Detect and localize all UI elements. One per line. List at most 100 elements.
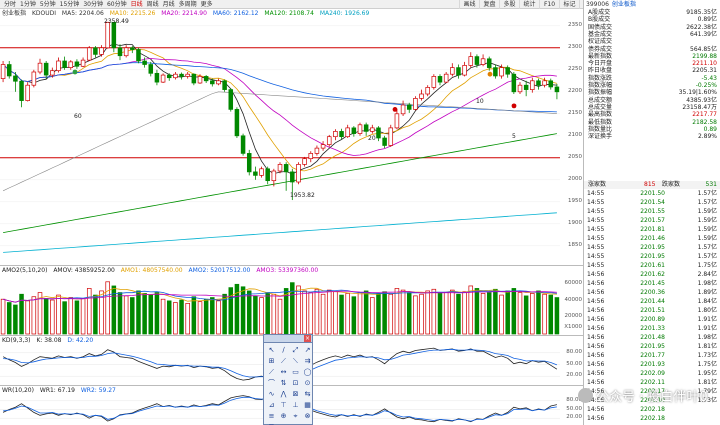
tick-price: 2202.18 — [640, 406, 665, 413]
period-tab[interactable]: 月线 — [161, 0, 177, 9]
drawing-tool-icon[interactable]: ↗ — [302, 345, 313, 355]
wr-legend: WR(10,20) WR1: 67.19 WR2: 59.27 — [2, 386, 120, 395]
drawing-tool-icon[interactable]: ∕ — [278, 345, 289, 355]
volume-bar — [197, 301, 203, 335]
drawing-tool-icon[interactable]: ⇉ — [302, 356, 313, 366]
drawing-tool-icon[interactable]: ⊠ — [290, 389, 301, 399]
tool-button[interactable]: 统计 — [519, 0, 539, 9]
candle — [240, 135, 246, 154]
tick-amount: 1.91亿 — [697, 325, 717, 332]
drawing-tool-icon[interactable]: ⤢ — [290, 345, 301, 355]
drawing-tool-icon[interactable]: ⌒ — [266, 378, 277, 388]
drawing-tool-icon[interactable]: ⌖ — [290, 411, 301, 421]
drawing-tool-icon[interactable]: ⟋ — [266, 367, 277, 377]
volume-bar — [259, 297, 264, 335]
drawing-tool-icon[interactable]: ↖ — [266, 345, 277, 355]
period-tab[interactable]: 30分钟 — [81, 0, 105, 9]
volume-bar — [265, 292, 270, 335]
drawing-tool-icon[interactable]: ⊤ — [278, 400, 289, 410]
tick-time: 14:55 — [587, 226, 605, 233]
tick-price: 2201.33 — [640, 325, 665, 332]
drawing-tool-icon[interactable]: ⊥ — [290, 400, 301, 410]
drawing-tool-icon[interactable]: ▦ — [302, 400, 313, 410]
period-tab[interactable]: 多周期 — [177, 0, 199, 9]
tick-row: 14:55 2201.50 1.57亿 — [584, 190, 720, 197]
drawing-tool-icon[interactable]: ⇆ — [302, 389, 313, 399]
tick-price: 2201.55 — [640, 208, 665, 215]
tick-time: 14:55 — [587, 253, 605, 260]
tick-time: 14:55 — [587, 199, 605, 206]
drawing-tool-icon[interactable]: ⇅ — [278, 378, 289, 388]
period-tab[interactable]: 1分钟 — [18, 0, 38, 9]
drawing-tool-icon[interactable]: ⟍ — [290, 356, 301, 366]
drawing-tool-icon[interactable]: ⊞ — [266, 356, 277, 366]
tick-amount: 1.59亿 — [697, 226, 717, 233]
drawing-tool-icon[interactable]: ⊕ — [278, 411, 289, 421]
kd-tick: 50.00 — [566, 360, 582, 367]
price-chart[interactable]: 创业板指 KDOUDI MA5: 2204.06 MA10: 2215.26 M… — [0, 9, 583, 265]
drawing-tool-icon[interactable]: ≡ — [266, 411, 277, 421]
volume-bar — [400, 289, 406, 335]
wr-legend-wr2: WR2: 59.27 — [80, 387, 116, 394]
period-tab[interactable]: 分时 — [2, 0, 18, 9]
candle — [437, 76, 443, 83]
tick-amount: 1.81亿 — [697, 343, 717, 350]
kd-legend-name: KD(9,3,3) — [2, 337, 31, 344]
candle — [259, 168, 264, 176]
drawing-tools-palette[interactable]: × ↖∕⤢↗⊞⟋⟍⇉⟋↔▭◯⌒⇅⊡⊙∿⋀⊠⇆⊿⊤⊥▦≡⊕⌖⊗⊞ — [263, 334, 313, 425]
candle — [123, 47, 129, 57]
volume-bar — [394, 288, 400, 335]
volume-bar — [166, 300, 172, 335]
tick-price: 2201.57 — [640, 217, 665, 224]
candle — [216, 80, 221, 85]
tick-time: 14:56 — [587, 361, 605, 368]
volume-panel[interactable]: AMO2(5,10,20) AMOV: 43859252.00 AMO1: 48… — [0, 265, 583, 335]
period-tab[interactable]: 5分钟 — [38, 0, 58, 9]
period-tab[interactable]: 周线 — [145, 0, 161, 9]
vol-legend-amo1: AMO1: 48057540.00 — [120, 267, 183, 274]
wr-legend-name: WR(10,20) — [2, 387, 34, 394]
drawing-tool-icon[interactable]: ⊗ — [302, 411, 313, 421]
period-tab[interactable]: 15分钟 — [58, 0, 82, 9]
tool-button[interactable]: F10 — [539, 0, 559, 9]
tool-button[interactable]: 多股 — [499, 0, 519, 9]
tool-button[interactable]: 标记 — [559, 0, 579, 9]
ma-long-line — [2, 91, 557, 192]
candle — [166, 74, 172, 79]
drawing-tool-icon[interactable]: ↔ — [278, 367, 289, 377]
high-label: 2358.49 — [104, 18, 129, 25]
volume-bar — [450, 289, 455, 335]
period-tab[interactable]: 更多 — [199, 0, 215, 9]
drawing-tool-icon[interactable]: ⊡ — [290, 378, 301, 388]
stat-label: 指数量比 — [588, 125, 613, 133]
drawing-tool-icon[interactable]: ⟋ — [278, 356, 289, 366]
tool-button[interactable]: 复盘 — [479, 0, 499, 9]
volume-bar — [370, 297, 375, 335]
drawing-tool-icon[interactable]: ⊙ — [302, 378, 313, 388]
tick-time: 14:55 — [587, 244, 605, 251]
candle — [474, 56, 480, 65]
candle — [142, 60, 147, 65]
signal-marker — [72, 69, 78, 75]
close-icon[interactable]: × — [304, 335, 311, 342]
candle — [50, 70, 55, 76]
candle — [283, 164, 289, 173]
drawing-tool-icon[interactable]: ⊿ — [266, 400, 277, 410]
tool-button[interactable]: 画线 — [459, 0, 479, 9]
period-tab[interactable]: 60分钟 — [105, 0, 129, 9]
drawing-tool-icon[interactable]: ⋀ — [278, 389, 289, 399]
drawing-tool-icon[interactable]: ∿ — [266, 389, 277, 399]
down-count-label: 跌家数 — [662, 181, 681, 188]
marker-20: 20 — [368, 135, 376, 142]
tick-row: 14:56 2200.36 1.89亿 — [584, 289, 720, 296]
period-tab[interactable]: 日线 — [129, 0, 145, 9]
stat-row: 昨日收盘 2205.31 — [584, 67, 720, 74]
drawing-tool-icon[interactable]: ▭ — [290, 367, 301, 377]
volume-bar — [462, 291, 467, 335]
candle — [210, 80, 215, 85]
price-tick: 2350 — [568, 21, 582, 28]
candle — [443, 73, 449, 83]
palette-titlebar[interactable]: × — [264, 335, 312, 343]
volume-bar — [179, 299, 184, 335]
drawing-tool-icon[interactable]: ◯ — [302, 367, 313, 377]
